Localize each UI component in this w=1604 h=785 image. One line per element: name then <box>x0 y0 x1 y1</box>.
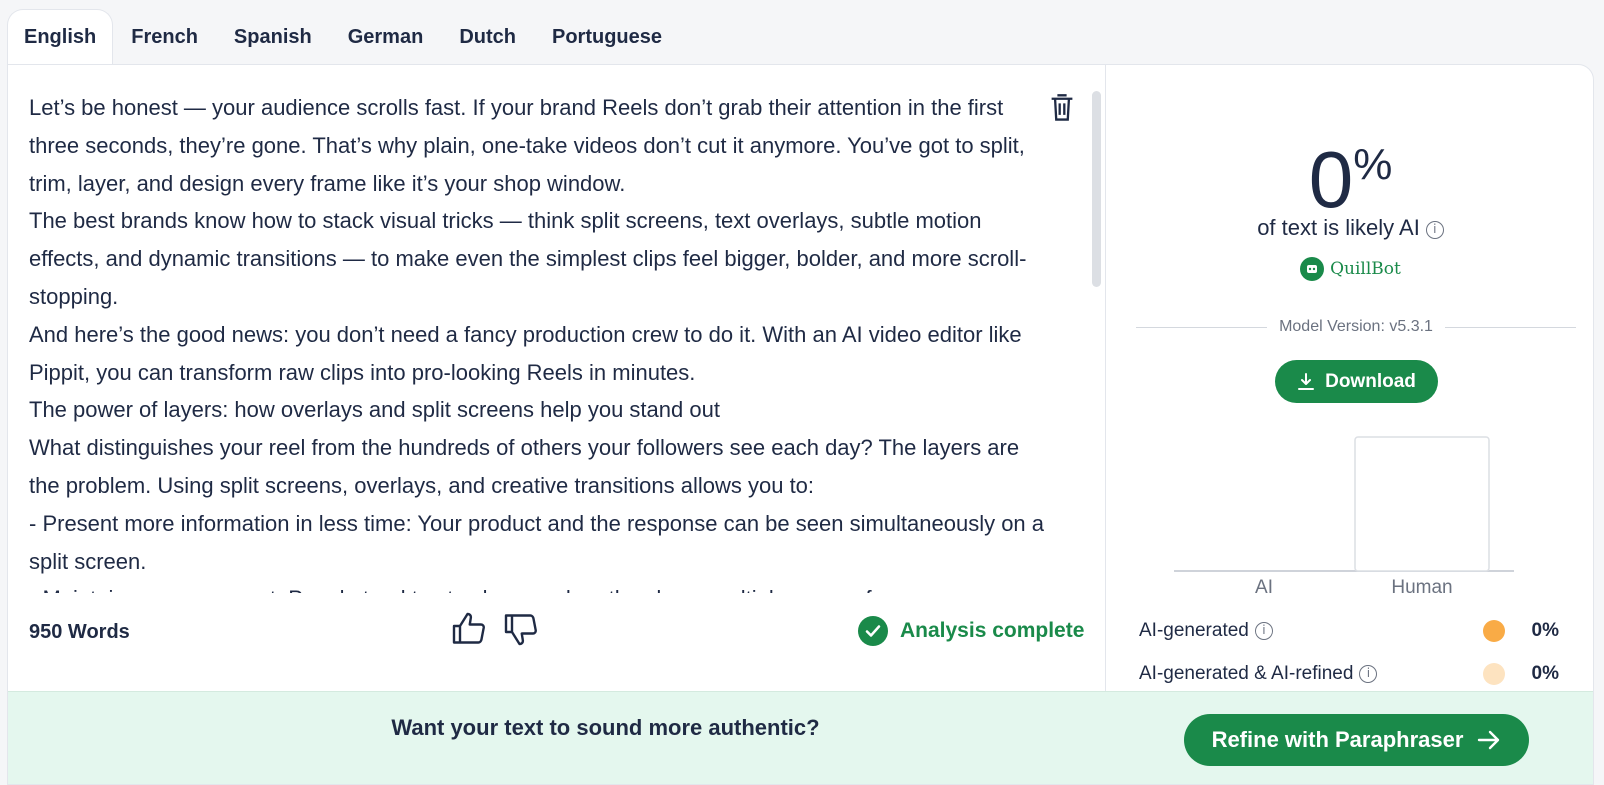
divider-line <box>1444 326 1576 328</box>
ai-percentage: 0% <box>1106 120 1593 225</box>
editor-paragraph: The best brands know how to stack visual… <box>29 208 1027 309</box>
detector-card: Let’s be honest — your audience scrolls … <box>7 64 1594 785</box>
breakdown-value: 0% <box>1531 620 1559 641</box>
analysis-status: Analysis complete <box>858 616 1084 646</box>
status-text: Analysis complete <box>900 619 1085 642</box>
trash-icon[interactable] <box>1048 93 1076 123</box>
check-circle-icon <box>858 616 888 646</box>
ai-label-text: of text is likely AI <box>1257 215 1420 240</box>
refine-with-paraphraser-button[interactable]: Refine with Paraphraser <box>1184 714 1529 766</box>
thumbs-up-icon[interactable] <box>451 611 487 647</box>
breakdown-value: 0% <box>1531 663 1559 684</box>
breakdown-row-ai-refined: AI-generated & AI-refined i 0% <box>1139 660 1559 688</box>
paraphraser-banner: Want your text to sound more authentic? … <box>8 691 1593 784</box>
editor-paragraph: - Maintain eye movement: People tend to … <box>29 580 1049 593</box>
tab-portuguese[interactable]: Portuguese <box>534 9 680 65</box>
editor-paragraph: The power of layers: how overlays and sp… <box>29 397 720 423</box>
breakdown-row-ai-generated: AI-generated i 0% <box>1139 617 1559 645</box>
bar-human <box>1354 436 1490 572</box>
editor-paragraph: - Present more information in less time:… <box>29 510 1045 574</box>
ai-generated-dot <box>1483 620 1505 642</box>
word-count: 950 Words <box>29 621 130 643</box>
brand-logo: QuillBot <box>1106 257 1593 281</box>
model-version: Model Version: v5.3.1 <box>1279 318 1433 335</box>
editor-paragraph: What distinguishes your reel from the hu… <box>29 435 1020 498</box>
info-icon[interactable]: i <box>1254 622 1273 640</box>
info-icon[interactable]: i <box>1359 665 1378 683</box>
breakdown-label: AI-generated & AI-refined i <box>1139 663 1483 685</box>
robot-icon <box>1300 257 1325 281</box>
refine-label: Refine with Paraphraser <box>1211 727 1464 752</box>
editor-paragraph: Let’s be honest — your audience scrolls … <box>29 95 1025 196</box>
arrow-right-icon <box>1478 730 1500 750</box>
info-icon[interactable]: i <box>1425 221 1444 239</box>
download-button[interactable]: Download <box>1275 360 1438 403</box>
percent-sign: % <box>1353 140 1393 189</box>
tick-label-ai: AI <box>1255 577 1273 598</box>
tab-french[interactable]: French <box>113 9 216 65</box>
editor-paragraph: And here’s the good news: you don’t need… <box>29 321 1022 385</box>
text-editor[interactable]: Let’s be honest — your audience scrolls … <box>29 89 1049 593</box>
thumbs-down-icon[interactable] <box>503 611 539 647</box>
percent-value: 0 <box>1308 135 1354 224</box>
editor-scrollbar[interactable] <box>1092 91 1101 287</box>
tab-dutch[interactable]: Dutch <box>441 9 534 65</box>
banner-text: Want your text to sound more authentic? <box>391 715 820 740</box>
tab-spanish[interactable]: Spanish <box>216 9 330 65</box>
results-panel: 0% of text is likely AI i QuillBot Model … <box>1106 65 1593 691</box>
breakdown-label: AI-generated i <box>1139 620 1483 642</box>
tick-label-human: Human <box>1391 577 1452 598</box>
download-icon <box>1298 372 1315 390</box>
download-label: Download <box>1325 370 1416 392</box>
ai-human-bar-chart: AI Human <box>1174 436 1514 598</box>
ai-refined-dot <box>1483 663 1505 685</box>
model-version-row: Model Version: v5.3.1 <box>1136 315 1576 339</box>
brand-name: QuillBot <box>1330 259 1401 279</box>
divider-line <box>1136 326 1268 328</box>
language-tabs: English French Spanish German Dutch Port… <box>7 9 680 65</box>
ai-likelihood-label: of text is likely AI i <box>1106 215 1593 241</box>
tab-english[interactable]: English <box>7 9 114 65</box>
tab-german[interactable]: German <box>330 9 442 65</box>
